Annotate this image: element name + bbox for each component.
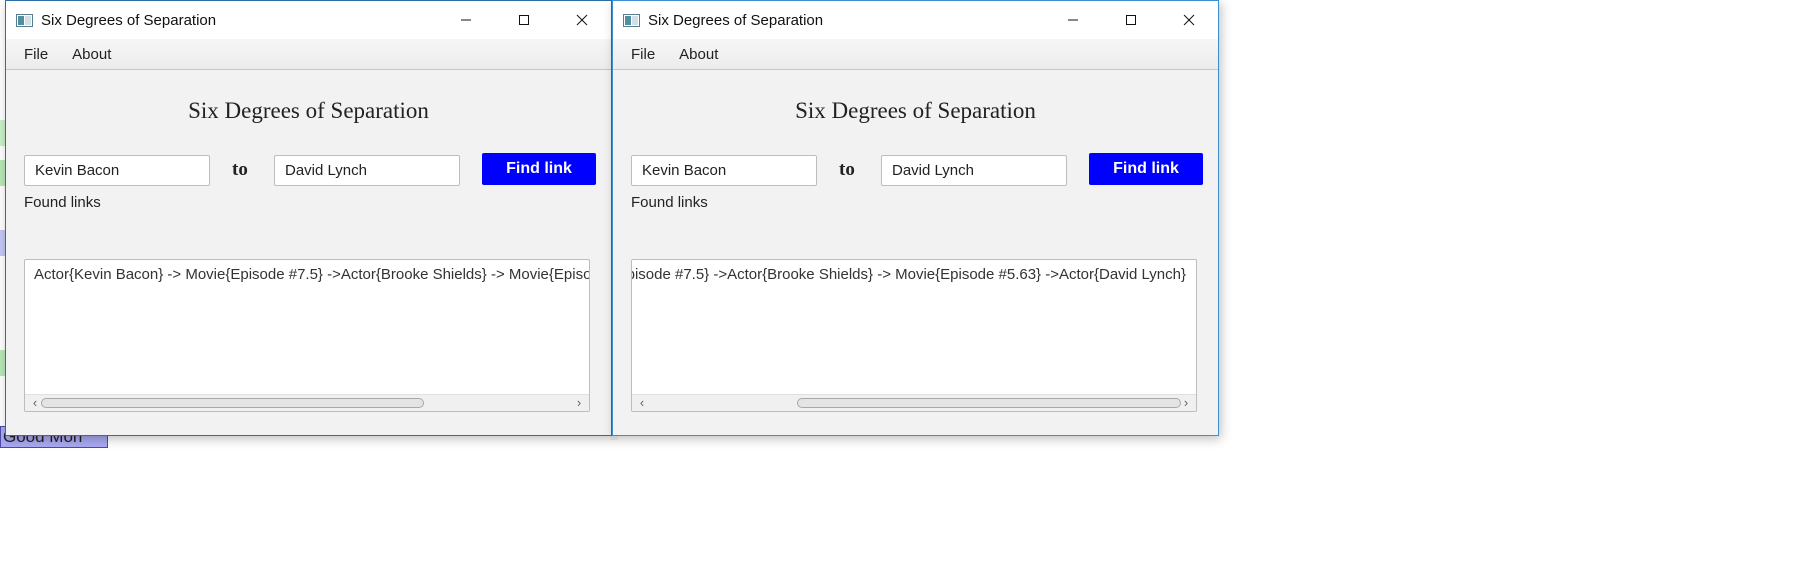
results-textarea[interactable]: pisode #7.5} ->Actor{Brooke Shields} -> …: [631, 259, 1197, 412]
from-actor-input[interactable]: [631, 155, 817, 186]
minimize-button[interactable]: [1044, 1, 1102, 39]
scrollbar-thumb[interactable]: [797, 398, 1181, 408]
to-actor-input[interactable]: [274, 155, 460, 186]
to-label: to: [839, 159, 855, 180]
search-row: to Find link: [613, 149, 1218, 189]
find-link-button[interactable]: Find link: [1089, 153, 1203, 185]
close-button[interactable]: [553, 1, 611, 39]
maximize-button[interactable]: [495, 1, 553, 39]
app-window-icon: [623, 13, 640, 27]
found-links-label: Found links: [24, 194, 101, 211]
horizontal-scrollbar[interactable]: ‹ ›: [632, 394, 1196, 411]
result-path-text: pisode #7.5} ->Actor{Brooke Shields} -> …: [631, 266, 1186, 283]
from-actor-input[interactable]: [24, 155, 210, 186]
find-link-button[interactable]: Find link: [482, 153, 596, 185]
title-bar[interactable]: Six Degrees of Separation: [613, 1, 1218, 39]
menu-bar: File About: [6, 39, 611, 70]
close-icon: [1183, 14, 1195, 26]
result-path-text: Actor{Kevin Bacon} -> Movie{Episode #7.5…: [34, 266, 590, 283]
menu-about[interactable]: About: [667, 46, 730, 63]
title-bar[interactable]: Six Degrees of Separation: [6, 1, 611, 39]
app-window-1: Six Degrees of Separation File About Six…: [5, 0, 612, 436]
window-title: Six Degrees of Separation: [648, 11, 824, 29]
menu-file[interactable]: File: [12, 46, 60, 63]
menu-bar: File About: [613, 39, 1218, 70]
maximize-icon: [1126, 15, 1136, 25]
minimize-button[interactable]: [437, 1, 495, 39]
chevron-left-icon[interactable]: ‹: [634, 395, 650, 411]
menu-about[interactable]: About: [60, 46, 123, 63]
app-window-2: Six Degrees of Separation File About Six…: [612, 0, 1219, 436]
menu-file[interactable]: File: [619, 46, 667, 63]
window-title: Six Degrees of Separation: [41, 11, 217, 29]
to-actor-input[interactable]: [881, 155, 1067, 186]
scrollbar-thumb[interactable]: [41, 398, 424, 408]
chevron-right-icon[interactable]: ›: [571, 395, 587, 411]
horizontal-scrollbar[interactable]: ‹ ›: [25, 394, 589, 411]
found-links-label: Found links: [631, 194, 708, 211]
minimize-icon: [461, 19, 471, 21]
close-icon: [576, 14, 588, 26]
search-row: to Find link: [6, 149, 611, 189]
chevron-right-icon[interactable]: ›: [1178, 395, 1194, 411]
to-label: to: [232, 159, 248, 180]
page-title: Six Degrees of Separation: [188, 98, 429, 123]
maximize-icon: [519, 15, 529, 25]
page-title: Six Degrees of Separation: [795, 98, 1036, 123]
maximize-button[interactable]: [1102, 1, 1160, 39]
minimize-icon: [1068, 19, 1078, 21]
results-textarea[interactable]: Actor{Kevin Bacon} -> Movie{Episode #7.5…: [24, 259, 590, 412]
app-window-icon: [16, 13, 33, 27]
close-button[interactable]: [1160, 1, 1218, 39]
